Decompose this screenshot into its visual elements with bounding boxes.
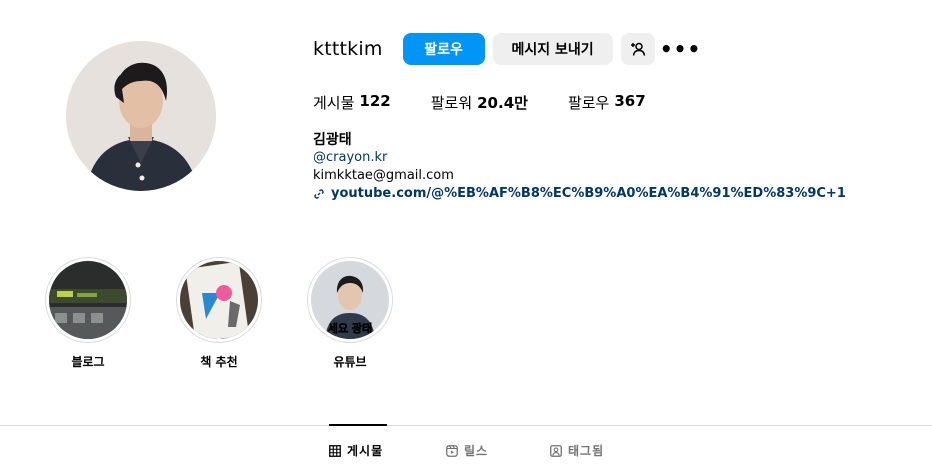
highlight-youtube[interactable]: 세요 광태 유튜브 bbox=[307, 257, 393, 370]
highlight-cover-image bbox=[49, 261, 127, 339]
grid-icon bbox=[329, 444, 341, 457]
story-highlights: 블로그 책 추천 세요 광태 유튜브 bbox=[45, 257, 438, 370]
followers-label: 팔로워 bbox=[430, 94, 473, 112]
link-icon bbox=[314, 189, 324, 199]
profile-tabs: 게시물 릴스 태그됨 bbox=[0, 426, 932, 473]
highlight-label: 책 추천 bbox=[200, 355, 238, 369]
highlight-book-recommend[interactable]: 책 추천 bbox=[176, 257, 262, 370]
profile-header: ktttkim 팔로우 메시지 보내기 ••• bbox=[313, 33, 700, 65]
tab-label: 태그됨 bbox=[568, 444, 605, 458]
tab-label: 릴스 bbox=[464, 444, 489, 458]
profile-avatar[interactable] bbox=[66, 41, 216, 191]
suggest-users-button[interactable] bbox=[620, 33, 655, 65]
bio-link-text: youtube.com/@%EB%AF%B8%EC%B9%A0%EA%B4%91… bbox=[331, 186, 846, 201]
tab-reels[interactable]: 릴스 bbox=[446, 442, 488, 459]
profile-bio: 김광태 @crayon.kr kimkktae@gmail.com youtub… bbox=[313, 131, 846, 203]
follow-button[interactable]: 팔로우 bbox=[402, 33, 485, 65]
add-person-icon bbox=[630, 42, 645, 56]
tab-label: 게시물 bbox=[347, 444, 384, 458]
username: ktttkim bbox=[313, 38, 383, 60]
following-count[interactable]: 팔로우 367 bbox=[568, 92, 646, 113]
highlight-label: 블로그 bbox=[71, 355, 105, 369]
tagged-icon bbox=[550, 444, 562, 457]
followers-count[interactable]: 팔로워 20.4만 bbox=[431, 92, 528, 113]
following-label: 팔로우 bbox=[567, 94, 610, 112]
highlight-cover-image bbox=[180, 261, 258, 339]
profile-stats: 게시물 122 팔로워 20.4만 팔로우 367 bbox=[313, 92, 686, 113]
more-options-button[interactable]: ••• bbox=[660, 33, 700, 65]
followers-value: 20.4만 bbox=[477, 94, 528, 112]
bio-external-link[interactable]: youtube.com/@%EB%AF%B8%EC%B9%A0%EA%B4%91… bbox=[313, 185, 846, 203]
posts-value: 122 bbox=[359, 92, 391, 110]
posts-count: 게시물 122 bbox=[313, 92, 391, 113]
posts-label: 게시물 bbox=[313, 94, 355, 112]
highlight-blog[interactable]: 블로그 bbox=[45, 257, 131, 370]
following-value: 367 bbox=[614, 92, 646, 110]
tab-posts[interactable]: 게시물 bbox=[329, 442, 383, 459]
reels-icon bbox=[446, 444, 458, 457]
bio-handle-link[interactable]: @crayon.kr bbox=[313, 149, 846, 167]
highlight-ring: 세요 광태 bbox=[307, 257, 393, 343]
highlight-label: 유튜브 bbox=[333, 355, 367, 369]
message-button[interactable]: 메시지 보내기 bbox=[492, 33, 613, 65]
highlight-cover-caption: 세요 광태 bbox=[328, 321, 372, 335]
highlight-cover-image: 세요 광태 bbox=[311, 261, 389, 339]
full-name: 김광태 bbox=[313, 132, 352, 148]
highlight-ring bbox=[176, 257, 262, 343]
highlight-ring bbox=[45, 257, 131, 343]
bio-email: kimkktae@gmail.com bbox=[313, 168, 454, 183]
avatar-image bbox=[66, 41, 216, 191]
tab-tagged[interactable]: 태그됨 bbox=[550, 442, 604, 459]
